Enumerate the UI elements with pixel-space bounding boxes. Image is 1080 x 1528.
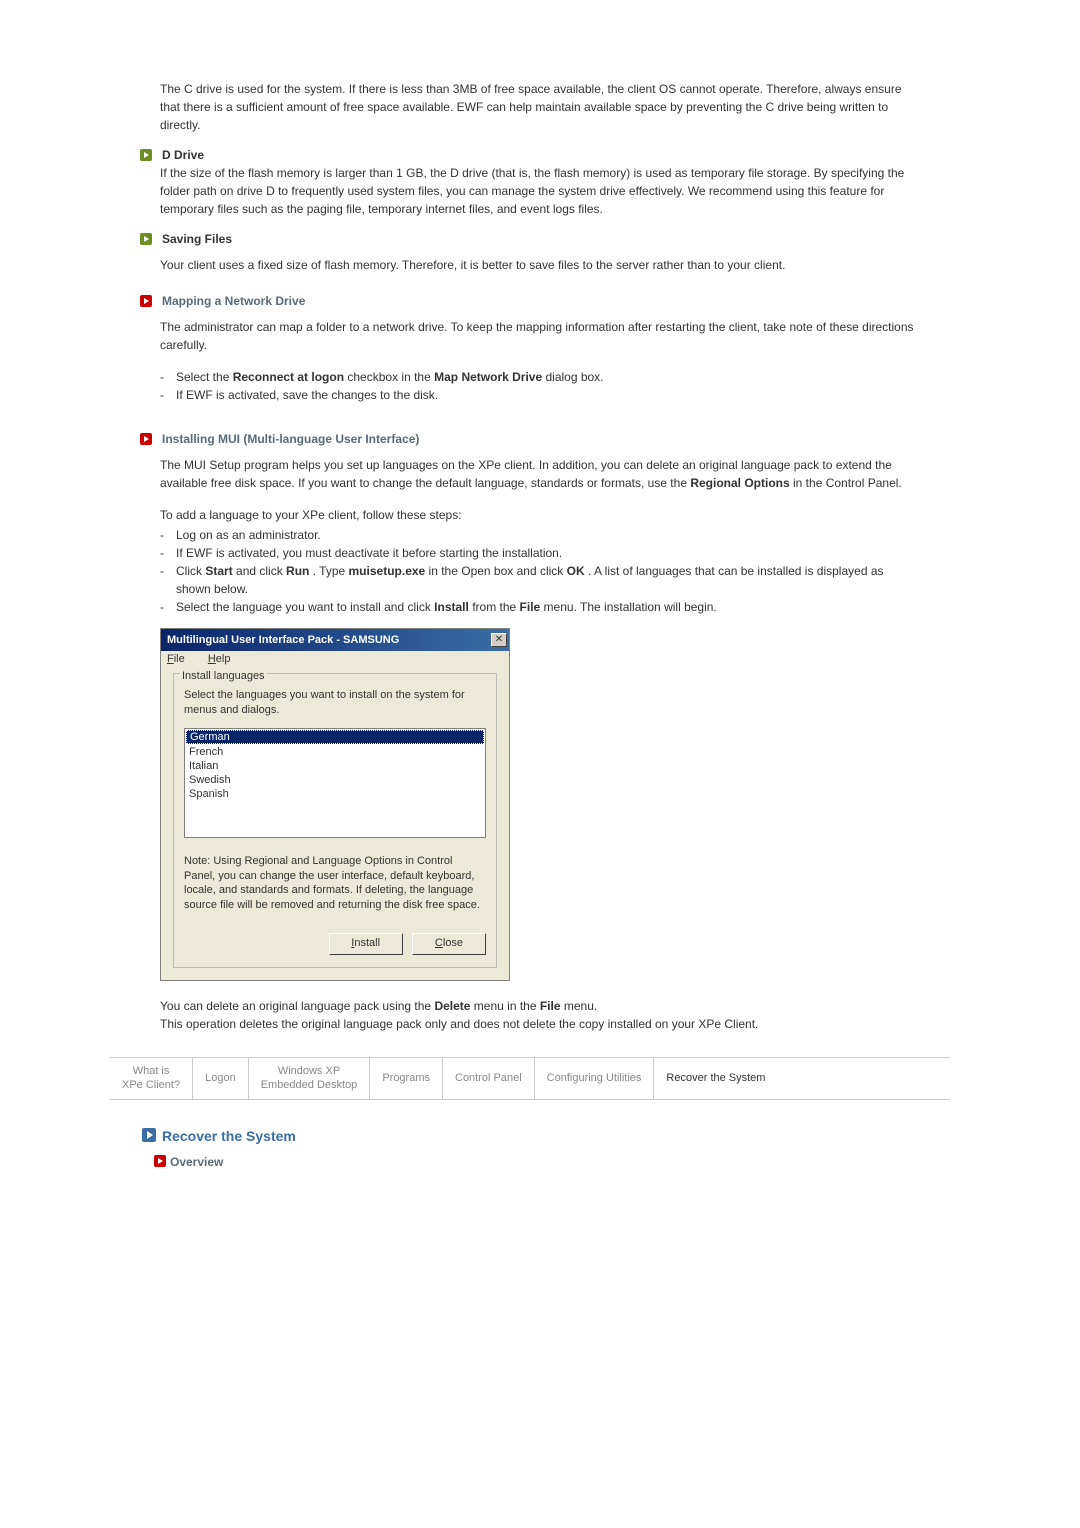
tab-what-is-xpe-client[interactable]: What isXPe Client? xyxy=(110,1058,193,1099)
ddrive-heading: D Drive xyxy=(162,148,204,162)
dialog-instruction: Select the languages you want to install… xyxy=(184,688,486,718)
overview-heading: Overview xyxy=(170,1155,223,1169)
mui-dialog: Multilingual User Interface Pack - SAMSU… xyxy=(160,628,510,981)
list-item: If EWF is activated, you must deactivate… xyxy=(176,544,920,562)
section-title: Recover the System xyxy=(162,1128,296,1144)
menu-file[interactable]: File xyxy=(167,653,195,665)
section-tabs: What isXPe Client? Logon Windows XPEmbed… xyxy=(110,1057,950,1100)
language-listbox[interactable]: German French Italian Swedish Spanish xyxy=(184,728,486,838)
list-item: Select the language you want to install … xyxy=(176,598,920,616)
mui-steps: -Log on as an administrator. -If EWF is … xyxy=(160,526,920,616)
dialog-menubar: File Help xyxy=(161,651,509,667)
list-item[interactable]: French xyxy=(185,745,485,759)
dialog-titlebar: Multilingual User Interface Pack - SAMSU… xyxy=(161,629,509,651)
ddrive-text: If the size of the flash memory is large… xyxy=(160,164,920,218)
tab-windows-xp-embedded-desktop[interactable]: Windows XPEmbedded Desktop xyxy=(249,1058,371,1099)
tab-programs[interactable]: Programs xyxy=(370,1058,443,1099)
bullet-icon-red xyxy=(154,1155,166,1170)
after-dialog-text: You can delete an original language pack… xyxy=(160,997,920,1033)
mapping-heading: Mapping a Network Drive xyxy=(162,294,305,308)
dialog-title: Multilingual User Interface Pack - SAMSU… xyxy=(167,634,399,646)
section-icon xyxy=(142,1128,156,1145)
install-button[interactable]: Install xyxy=(329,933,403,955)
list-item: If EWF is activated, save the changes to… xyxy=(176,386,920,404)
list-item[interactable]: Spanish xyxy=(185,787,485,801)
close-icon[interactable]: ✕ xyxy=(491,633,507,647)
tab-recover-the-system[interactable]: Recover the System xyxy=(654,1058,777,1099)
list-item: Click Start and click Run . Type muisetu… xyxy=(176,562,920,598)
tab-configuring-utilities[interactable]: Configuring Utilities xyxy=(535,1058,655,1099)
list-item[interactable]: Swedish xyxy=(185,773,485,787)
close-button[interactable]: Close xyxy=(412,933,486,955)
bullet-icon xyxy=(140,149,156,161)
saving-heading: Saving Files xyxy=(162,232,232,246)
mapping-intro: The administrator can map a folder to a … xyxy=(160,318,920,354)
mapping-list: -Select the Reconnect at logon checkbox … xyxy=(160,368,920,404)
list-item[interactable]: Italian xyxy=(185,759,485,773)
mui-p2: To add a language to your XPe client, fo… xyxy=(160,506,920,524)
saving-text: Your client uses a fixed size of flash m… xyxy=(160,256,920,274)
mui-p1: The MUI Setup program helps you set up l… xyxy=(160,456,920,492)
list-item: Select the Reconnect at logon checkbox i… xyxy=(176,368,920,386)
install-languages-legend: Install languages xyxy=(180,670,267,682)
list-item: Log on as an administrator. xyxy=(176,526,920,544)
mui-heading: Installing MUI (Multi-language User Inte… xyxy=(162,432,419,446)
bullet-icon xyxy=(140,233,156,245)
bullet-icon-red xyxy=(140,295,156,307)
tab-logon[interactable]: Logon xyxy=(193,1058,249,1099)
menu-help[interactable]: Help xyxy=(208,653,241,665)
intro-paragraph: The C drive is used for the system. If t… xyxy=(160,80,920,134)
list-item[interactable]: German xyxy=(186,730,484,744)
bullet-icon-red xyxy=(140,433,156,445)
tab-control-panel[interactable]: Control Panel xyxy=(443,1058,535,1099)
dialog-note: Note: Using Regional and Language Option… xyxy=(184,854,486,913)
